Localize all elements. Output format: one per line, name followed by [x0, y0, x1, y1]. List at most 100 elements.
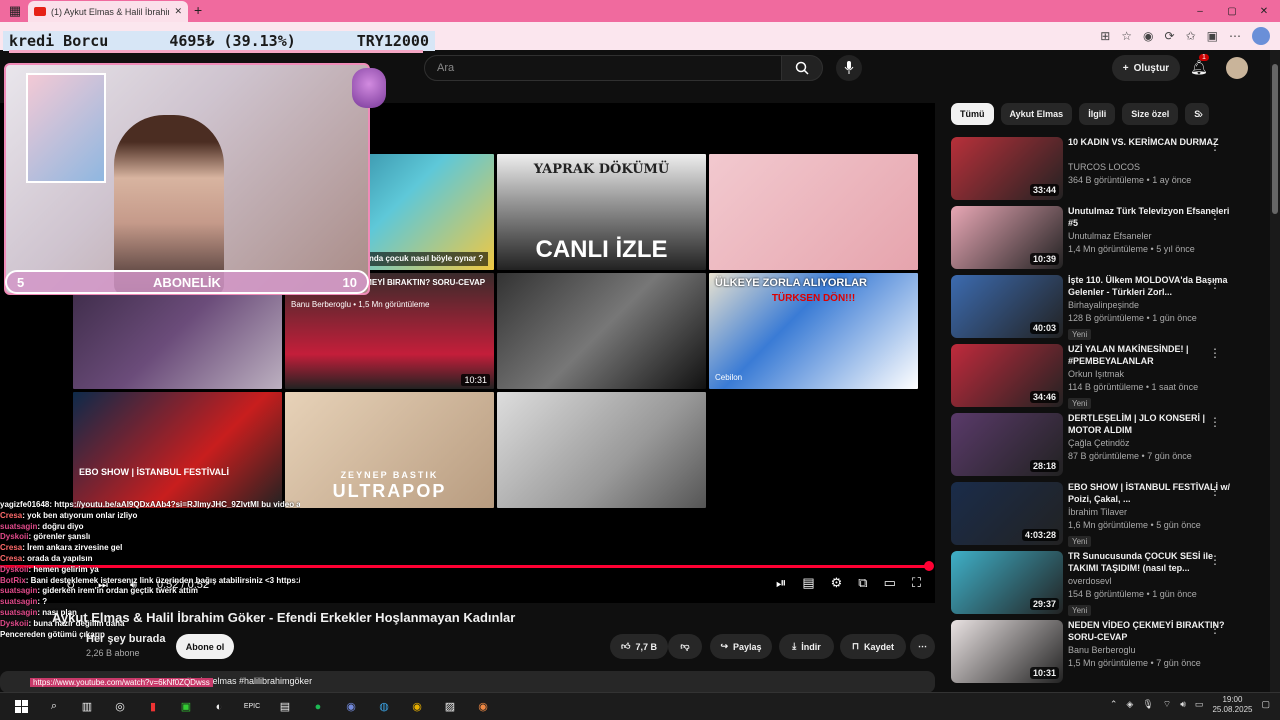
video-channel[interactable]: İbrahim Tilaver: [1068, 506, 1233, 519]
recommended-video[interactable]: 4:03:28 EBO SHOW | İSTANBUL FESTİVALİ w/ …: [951, 482, 1261, 551]
end-screen-thumb[interactable]: ÜLKEYE ZORLA ALIYORLAR TÜRKSEN DÖN!!! Cebi…: [709, 273, 918, 389]
steam-icon[interactable]: ◐: [207, 695, 231, 719]
save-button[interactable]: ⊓ Kaydet: [840, 634, 906, 659]
microphone-tray-icon[interactable]: 🎙︎: [1142, 699, 1153, 710]
more-menu-icon[interactable]: ⋯: [1229, 29, 1241, 43]
obs-icon[interactable]: ◎: [108, 695, 132, 719]
end-screen-thumb[interactable]: YAPRAK DÖKÜMÜ CANLI İZLE: [497, 154, 706, 270]
notifications-tray-icon[interactable]: ▢: [1261, 699, 1270, 710]
end-screen-thumb[interactable]: [497, 392, 706, 508]
video-thumbnail[interactable]: 34:46: [951, 344, 1063, 407]
chip-related[interactable]: İlgili: [1079, 103, 1116, 125]
theater-mode-icon[interactable]: ▭: [884, 575, 896, 591]
notifications-button[interactable]: 🔔︎ 1: [1190, 54, 1209, 76]
more-options-icon[interactable]: ⋮: [1209, 346, 1221, 360]
recommended-video[interactable]: 29:37 TR Sunucusunda ÇOCUK SESİ ile TAKIM…: [951, 551, 1261, 620]
video-channel[interactable]: Banu Berberoglu: [1068, 644, 1233, 657]
more-options-icon[interactable]: ⋮: [1209, 553, 1221, 567]
scrubber-handle[interactable]: [924, 561, 934, 571]
end-screen-thumb[interactable]: [497, 273, 706, 389]
app-red-icon[interactable]: ▮: [141, 695, 165, 719]
more-options-icon[interactable]: ⋮: [1209, 415, 1221, 429]
video-thumbnail[interactable]: 29:37: [951, 551, 1063, 614]
settings-gear-icon[interactable]: ⚙: [831, 575, 843, 591]
maximize-button[interactable]: ▢: [1216, 6, 1248, 17]
fullscreen-icon[interactable]: ⛶: [912, 575, 921, 591]
wallet-icon[interactable]: ▣: [1207, 29, 1218, 43]
chrome-alt-icon[interactable]: ◉: [471, 695, 495, 719]
video-thumbnail[interactable]: 10:39: [951, 206, 1063, 269]
share-button[interactable]: ↪ Paylaş: [710, 634, 772, 659]
recommended-video[interactable]: 40:03 İşte 110. Ülkem MOLDOVA'da Başıma G…: [951, 275, 1261, 344]
copilot-icon[interactable]: [1252, 27, 1270, 45]
more-options-icon[interactable]: ⋮: [1209, 139, 1221, 153]
end-screen-thumb[interactable]: [709, 154, 918, 270]
dislike-button[interactable]: 👎︎: [668, 634, 702, 659]
chip-aykut-elmas[interactable]: Aykut Elmas: [1000, 103, 1073, 125]
split-screen-icon[interactable]: ⊞: [1100, 29, 1110, 43]
recommended-video[interactable]: 28:18 DERTLEŞELİM | JLO KONSERİ | MOTOR A…: [951, 413, 1261, 482]
end-screen-thumb[interactable]: EBO SHOW | İSTANBUL FESTİVALİ: [73, 392, 282, 508]
video-channel[interactable]: Orkun Işıtmak: [1068, 368, 1233, 381]
taskbar-clock[interactable]: 19:00 25.08.2025: [1212, 695, 1252, 714]
search-button[interactable]: [781, 55, 823, 81]
autoplay-toggle[interactable]: ⏯: [776, 575, 786, 591]
end-screen-thumb[interactable]: ZEYNEP BASTIK ULTRAPOP: [285, 392, 494, 508]
miniplayer-icon[interactable]: ⧉: [858, 575, 867, 591]
discord-icon[interactable]: ◉: [339, 695, 363, 719]
task-view-icon[interactable]: ▥: [75, 695, 99, 719]
browser-menu-icon[interactable]: ▦: [0, 3, 30, 19]
tab-close-icon[interactable]: ✕: [174, 6, 182, 17]
volume-tray-icon[interactable]: 🔊︎: [1180, 699, 1186, 710]
wifi-icon[interactable]: ⌔: [1163, 699, 1171, 710]
video-channel[interactable]: TURCOS LOCOS: [1068, 161, 1233, 174]
close-window-button[interactable]: ✕: [1248, 6, 1280, 17]
explorer-icon[interactable]: ▤: [273, 695, 297, 719]
video-channel[interactable]: overdosevl: [1068, 575, 1233, 588]
chip-for-you[interactable]: Size özel: [1122, 103, 1179, 125]
video-channel[interactable]: Çağla Çetindöz: [1068, 437, 1233, 450]
captions-icon[interactable]: ▤: [802, 575, 814, 591]
chip-more[interactable]: S: [1185, 103, 1210, 125]
search-input[interactable]: Ara: [424, 55, 782, 81]
create-button[interactable]: + Oluştur: [1112, 55, 1180, 81]
more-options-icon[interactable]: ⋮: [1209, 208, 1221, 222]
video-thumbnail[interactable]: 28:18: [951, 413, 1063, 476]
battery-icon[interactable]: ▭: [1195, 699, 1204, 710]
video-thumbnail[interactable]: 4:03:28: [951, 482, 1063, 545]
spotify-icon[interactable]: ●: [306, 695, 330, 719]
channel-name[interactable]: Her şey burada: [86, 633, 165, 645]
browser-tab[interactable]: (1) Aykut Elmas & Halil İbrahim G... ✕: [28, 1, 188, 22]
scrollbar-thumb[interactable]: [1272, 64, 1278, 214]
chrome-icon[interactable]: ◉: [405, 695, 429, 719]
video-channel[interactable]: Unutulmaz Efsaneler: [1068, 230, 1233, 243]
refresh-extension-icon[interactable]: ⟳: [1165, 29, 1175, 43]
chip-all[interactable]: Tümü: [951, 103, 994, 125]
subscribe-button[interactable]: Abone ol: [176, 634, 234, 659]
search-taskbar-icon[interactable]: ⌕: [42, 695, 66, 719]
recommended-video[interactable]: 33:44 10 KADIN VS. KERİMCAN DURMAZ TURCOS …: [951, 137, 1261, 206]
tray-app-icon[interactable]: ◈: [1126, 699, 1133, 710]
like-button[interactable]: 👍︎ 7,7 B: [610, 634, 668, 659]
more-options-icon[interactable]: ⋮: [1209, 622, 1221, 636]
video-channel[interactable]: Birhayalinpeşinde: [1068, 299, 1233, 312]
extension-icon[interactable]: ◉: [1143, 29, 1153, 43]
favorites-icon[interactable]: ✩: [1186, 29, 1196, 43]
edge-icon[interactable]: ◍: [372, 695, 396, 719]
favorite-star-icon[interactable]: ☆: [1121, 29, 1132, 43]
account-avatar[interactable]: [1226, 57, 1248, 79]
recommended-video[interactable]: 10:31 NEDEN VİDEO ÇEKMEYİ BIRAKTIN? SORU-…: [951, 620, 1261, 689]
minimize-button[interactable]: –: [1184, 6, 1216, 17]
chevron-right-icon[interactable]: ›: [1199, 107, 1203, 121]
download-button[interactable]: ⤓ İndir: [779, 634, 834, 659]
video-thumbnail[interactable]: 10:31: [951, 620, 1063, 683]
epic-games-icon[interactable]: EPIC: [240, 695, 264, 719]
more-actions-button[interactable]: ⋯: [910, 634, 935, 659]
windows-start-icon[interactable]: [9, 695, 33, 719]
recommended-video[interactable]: 34:46 UZİ YALAN MAKİNESİNDE! | #PEMBEYALA…: [951, 344, 1261, 413]
video-thumbnail[interactable]: 33:44: [951, 137, 1063, 200]
tray-chevron-icon[interactable]: ⌃: [1110, 699, 1118, 710]
xbox-icon[interactable]: ▣: [174, 695, 198, 719]
video-thumbnail[interactable]: 40:03: [951, 275, 1063, 338]
page-scrollbar[interactable]: [1270, 50, 1280, 692]
